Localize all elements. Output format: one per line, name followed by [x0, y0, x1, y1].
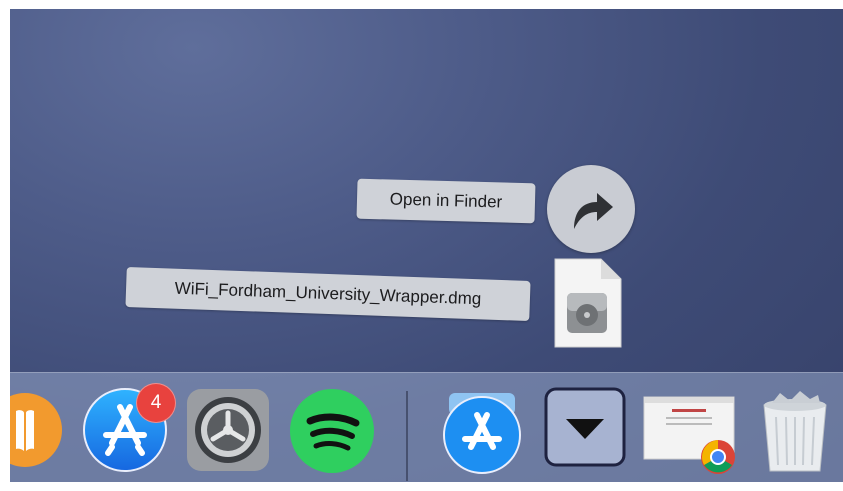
dock-item-system-preferences[interactable]: [185, 387, 271, 478]
open-in-finder-label[interactable]: Open in Finder: [356, 178, 536, 224]
dock-item-spotify[interactable]: [288, 387, 376, 480]
system-preferences-icon: [187, 389, 269, 471]
open-in-finder-button[interactable]: [547, 165, 635, 253]
books-icon: [10, 393, 62, 467]
dock-item-applications[interactable]: [441, 387, 523, 480]
dock-item-chrome-window[interactable]: [642, 387, 736, 480]
curved-arrow-icon: [574, 193, 613, 229]
dock-item-downloads[interactable]: [544, 387, 626, 474]
chrome-window-thumbnail-icon: [643, 396, 735, 474]
dock-item-books[interactable]: [10, 387, 62, 478]
app-store-badge: 4: [136, 383, 176, 423]
downloads-stack-icon: [544, 387, 626, 467]
spotify-icon: [290, 389, 374, 473]
dmg-file-icon[interactable]: [553, 257, 623, 349]
applications-folder-icon: [443, 393, 521, 474]
dmg-file-label[interactable]: WiFi_Fordham_University_Wrapper.dmg: [125, 266, 531, 322]
dock-divider: [406, 391, 408, 481]
trash-icon: [763, 391, 827, 472]
dock-item-trash[interactable]: [758, 387, 832, 480]
dock: 4: [10, 372, 843, 488]
desktop: Open in Finder WiFi_Fordham_University_W…: [10, 9, 843, 491]
bottom-edge: [10, 482, 843, 491]
